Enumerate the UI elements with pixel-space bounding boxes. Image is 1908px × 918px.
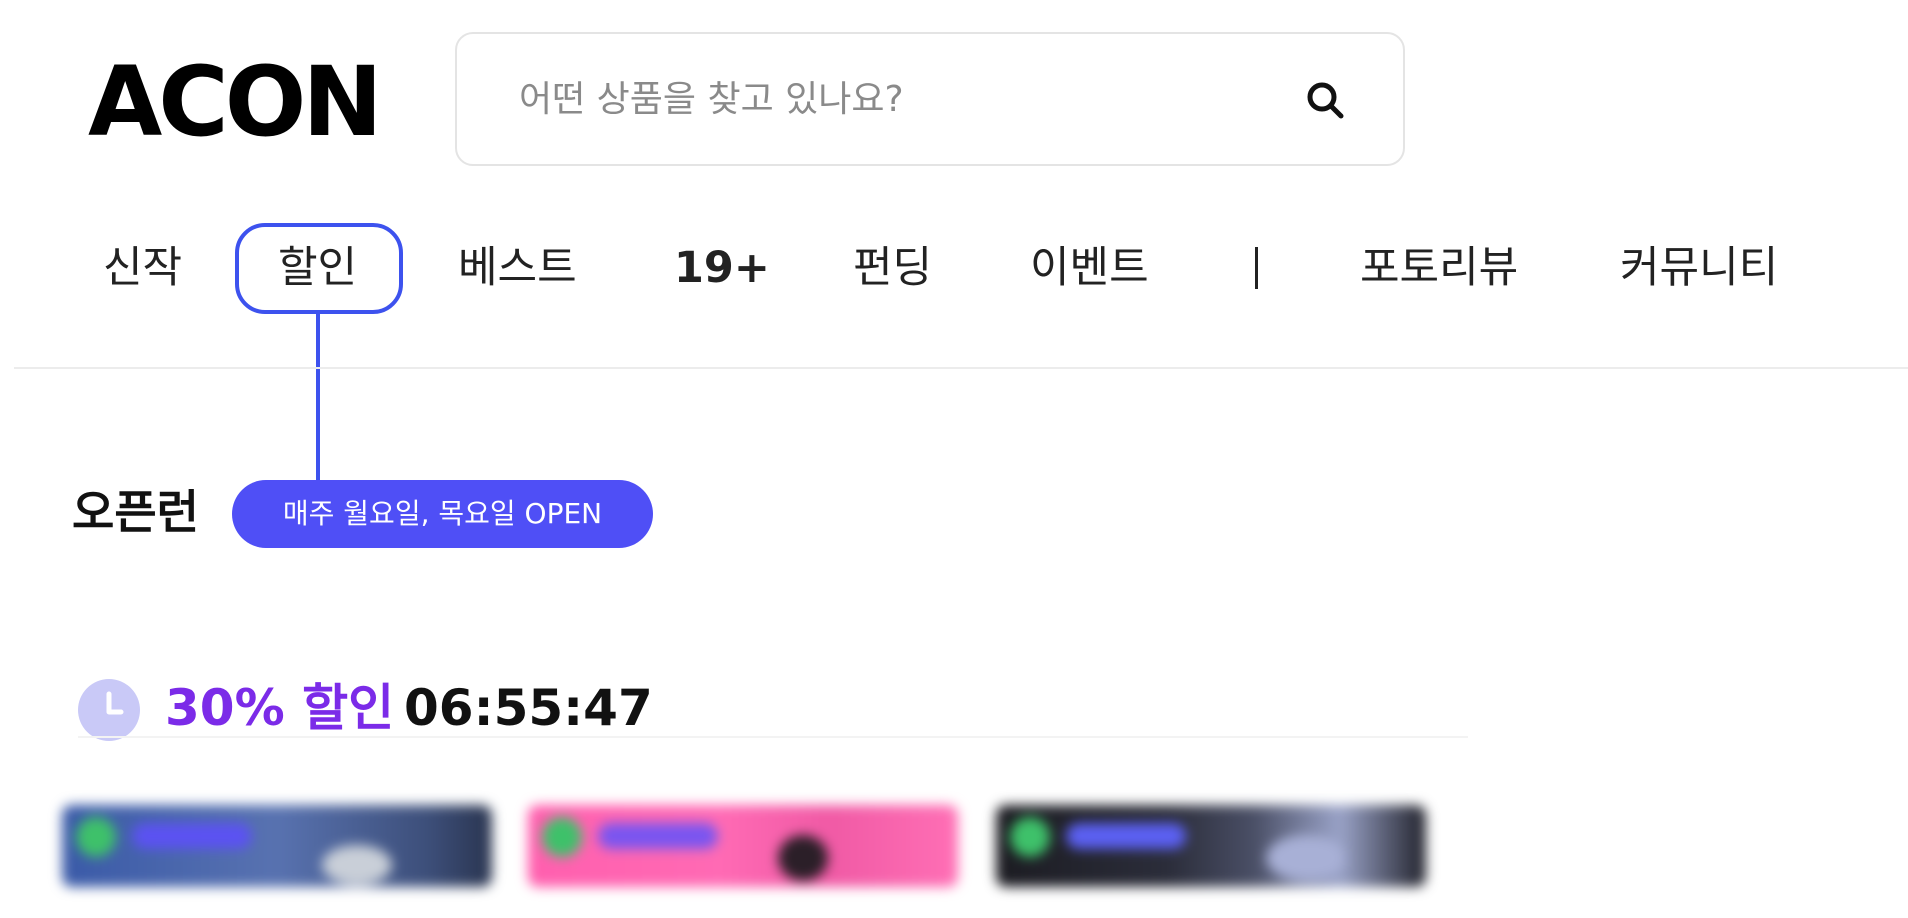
main-nav: 신작 할인 베스트 19+ 펀딩 이벤트 포토리뷰 커뮤니티	[0, 220, 1908, 320]
nav-item-funding[interactable]: 펀딩	[853, 240, 932, 296]
product-tag-icon	[542, 817, 582, 857]
product-label-chip	[1066, 823, 1186, 849]
product-image-detail	[322, 845, 392, 885]
product-label-chip	[132, 823, 252, 849]
page: ACON 신작 할인 베스트 19+ 펀딩 이벤트 포토리뷰 커뮤니티 오픈런 …	[0, 0, 1908, 918]
product-image-detail	[1266, 835, 1346, 881]
row-divider	[78, 736, 1468, 738]
nav-item-sale[interactable]: 할인	[278, 240, 357, 296]
product-tag-icon	[76, 817, 116, 857]
nav-item-photo-review[interactable]: 포토리뷰	[1360, 240, 1518, 296]
acon-logo[interactable]: ACON	[88, 54, 383, 150]
section-title: 오픈런	[72, 485, 199, 539]
countdown-timer: 06:55:47	[404, 679, 653, 737]
discount-label: 30% 할인	[165, 679, 395, 737]
nav-item-19plus[interactable]: 19+	[674, 240, 770, 296]
nav-item-event[interactable]: 이벤트	[1030, 240, 1149, 296]
product-card[interactable]	[62, 805, 492, 887]
nav-item-best[interactable]: 베스트	[458, 240, 577, 296]
highlight-connector-line	[316, 314, 320, 480]
open-schedule-badge: 매주 월요일, 목요일 OPEN	[232, 480, 653, 548]
header-divider	[14, 367, 1908, 369]
search-input[interactable]	[517, 68, 1241, 130]
search-bar[interactable]	[455, 32, 1405, 166]
product-card[interactable]	[996, 805, 1426, 887]
clock-icon	[78, 679, 140, 741]
product-label-chip	[598, 823, 718, 849]
nav-item-new[interactable]: 신작	[103, 240, 182, 296]
product-card[interactable]	[528, 805, 958, 887]
product-tag-icon	[1010, 817, 1050, 857]
nav-item-community[interactable]: 커뮤니티	[1620, 240, 1778, 296]
nav-separator	[1255, 247, 1258, 289]
product-image-detail	[778, 835, 828, 881]
search-icon[interactable]	[1302, 77, 1350, 125]
